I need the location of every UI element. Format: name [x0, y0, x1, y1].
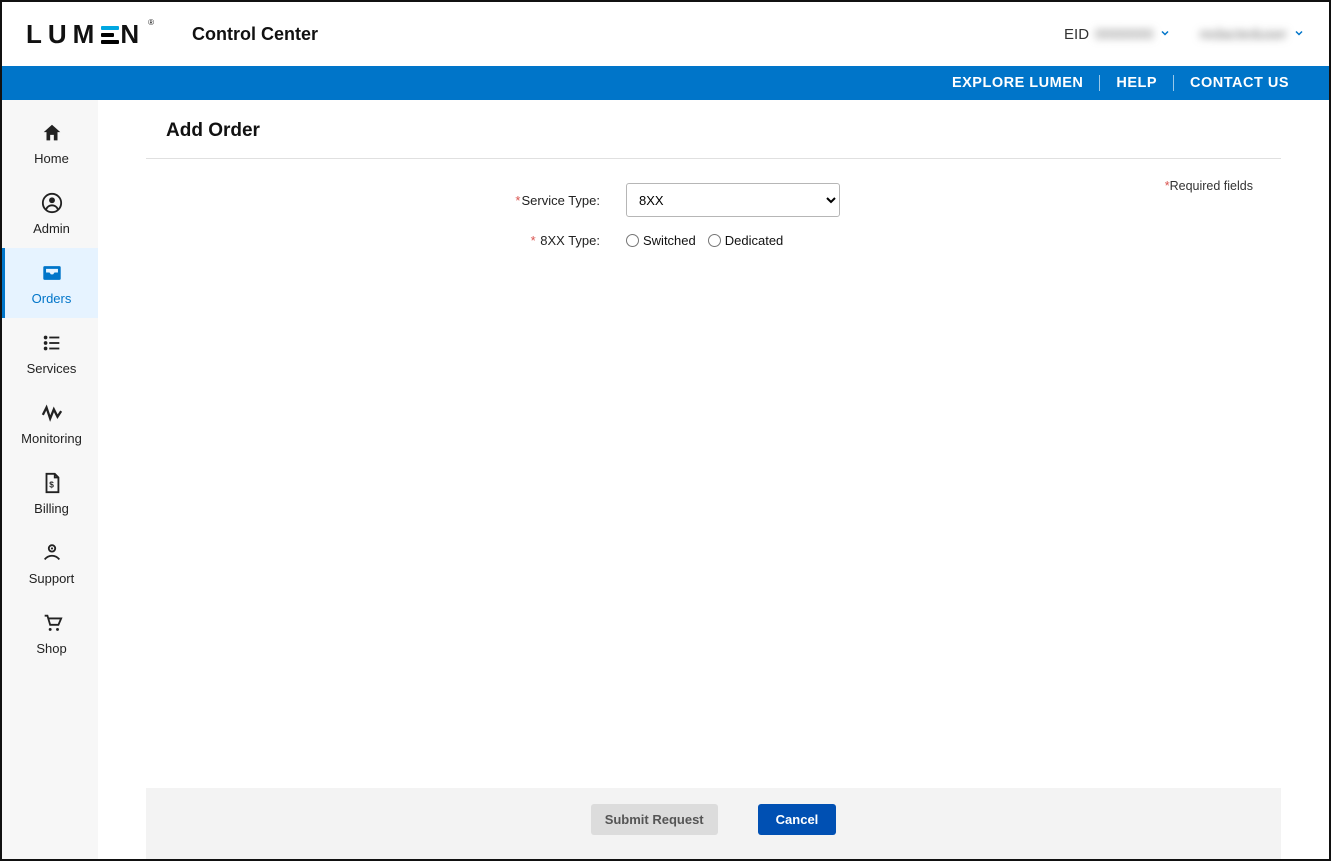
- required-fields-note: *Required fields: [1165, 179, 1253, 193]
- sidebar-item-shop[interactable]: Shop: [2, 598, 98, 668]
- radio-option-dedicated[interactable]: Dedicated: [708, 233, 784, 248]
- sidebar-item-support[interactable]: Support: [2, 528, 98, 598]
- form-row-service-type: *Service Type: 8XX: [170, 183, 1257, 217]
- submit-request-button[interactable]: Submit Request: [591, 804, 718, 835]
- brand-wordmark-left: LUM: [26, 21, 100, 47]
- nav-contact-us[interactable]: CONTACT US: [1173, 75, 1305, 91]
- svg-text:$: $: [49, 480, 54, 489]
- sidebar-item-label: Support: [29, 572, 75, 585]
- content: Add Order *Required fields *Service Type…: [98, 100, 1329, 859]
- sidebar-item-services[interactable]: Services: [2, 318, 98, 388]
- brand-logo: LUM N ®: [26, 21, 152, 47]
- utility-nav: EXPLORE LUMEN HELP CONTACT US: [2, 66, 1329, 100]
- user-circle-icon: [41, 192, 63, 216]
- sidebar-item-orders[interactable]: Orders: [2, 248, 98, 318]
- nav-help[interactable]: HELP: [1099, 75, 1173, 91]
- sidebar-item-label: Admin: [33, 222, 70, 235]
- cancel-button[interactable]: Cancel: [758, 804, 837, 835]
- radio-switched[interactable]: [626, 234, 639, 247]
- cart-icon: [41, 612, 63, 636]
- eid-value: 0000000: [1095, 26, 1153, 43]
- topbar-right: EID 0000000 redacteduser: [1064, 26, 1305, 43]
- radio-dedicated[interactable]: [708, 234, 721, 247]
- support-icon: [41, 542, 63, 566]
- user-dropdown[interactable]: redacteduser: [1199, 26, 1305, 43]
- sidebar-item-label: Services: [27, 362, 77, 375]
- invoice-icon: $: [41, 472, 63, 496]
- page-title: Add Order: [98, 100, 1329, 158]
- sidebar-item-billing[interactable]: $ Billing: [2, 458, 98, 528]
- sidebar-item-monitoring[interactable]: Monitoring: [2, 388, 98, 458]
- list-icon: [41, 332, 63, 356]
- nav-explore-lumen[interactable]: EXPLORE LUMEN: [936, 75, 1099, 91]
- eid-dropdown[interactable]: EID 0000000: [1064, 26, 1171, 43]
- brand-wordmark-right: N: [120, 21, 145, 47]
- radio-option-switched[interactable]: Switched: [626, 233, 696, 248]
- sidebar-item-label: Home: [34, 152, 69, 165]
- sidebar-item-label: Billing: [34, 502, 69, 515]
- sidebar-item-admin[interactable]: Admin: [2, 178, 98, 248]
- user-name: redacteduser: [1199, 26, 1287, 43]
- eid-label: EID: [1064, 26, 1089, 43]
- service-type-select[interactable]: 8XX: [626, 183, 840, 217]
- form-row-8xx-type: * 8XX Type: Switched Dedicated: [170, 233, 1257, 248]
- inbox-icon: [41, 262, 63, 286]
- sidebar-item-label: Orders: [32, 292, 72, 305]
- service-type-label: *Service Type:: [170, 193, 600, 208]
- sidebar-item-home[interactable]: Home: [2, 108, 98, 178]
- sidebar-item-label: Shop: [36, 642, 66, 655]
- topbar: LUM N ® Control Center EID 0000000 redac…: [2, 2, 1329, 66]
- home-icon: [41, 122, 63, 146]
- app-title: Control Center: [192, 24, 318, 45]
- activity-icon: [41, 402, 63, 426]
- chevron-down-icon: [1293, 26, 1305, 42]
- brand-wordmark-e: [101, 25, 119, 44]
- sidebar: Home Admin Orders Services Monitoring: [2, 100, 98, 859]
- registered-mark: ®: [148, 18, 154, 27]
- 8xx-type-label: * 8XX Type:: [170, 233, 600, 248]
- sidebar-item-label: Monitoring: [21, 432, 82, 445]
- form-footer: Submit Request Cancel: [146, 788, 1281, 859]
- chevron-down-icon: [1159, 26, 1171, 42]
- form-card: *Required fields *Service Type: 8XX * 8X…: [146, 158, 1281, 788]
